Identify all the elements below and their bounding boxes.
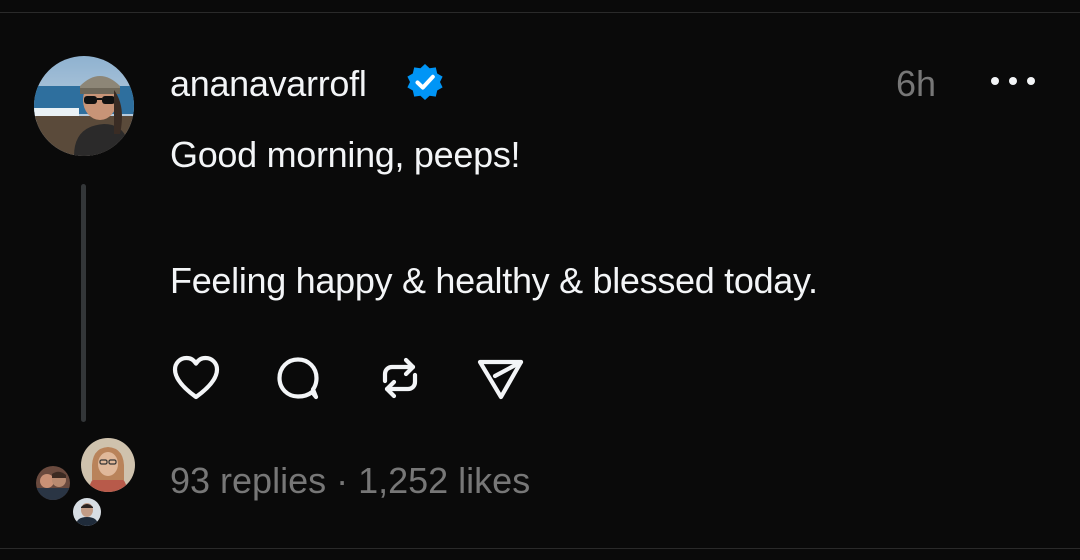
- post-text-line: Good morning, peeps!: [170, 134, 521, 175]
- comment-button[interactable]: [270, 350, 326, 406]
- more-dot-icon: [1009, 77, 1017, 85]
- timestamp: 6h: [896, 63, 937, 104]
- share-button[interactable]: [472, 350, 528, 406]
- author-avatar[interactable]: [34, 56, 134, 156]
- more-options-button[interactable]: [988, 66, 1038, 96]
- stats-separator: ·: [326, 460, 359, 501]
- replies-count[interactable]: 93 replies: [170, 460, 326, 501]
- heart-icon: [172, 355, 220, 400]
- bottom-divider: [0, 548, 1080, 549]
- thread-line: [81, 184, 86, 422]
- verified-badge-icon: [404, 61, 446, 103]
- post-text-line: Feeling happy & healthy & blessed today.: [170, 260, 818, 301]
- replier-avatar: [36, 466, 70, 500]
- avatar-image: [34, 56, 134, 156]
- replier-avatar: [81, 438, 135, 492]
- repost-button[interactable]: [372, 350, 428, 406]
- more-dot-icon: [1027, 77, 1035, 85]
- comment-bubble-icon: [277, 357, 319, 400]
- post-stats: 93 replies · 1,252 likes: [170, 459, 530, 503]
- repost-icon: [382, 357, 418, 399]
- more-dot-icon: [991, 77, 999, 85]
- replier-avatar: [73, 498, 101, 526]
- like-button[interactable]: [168, 350, 224, 406]
- send-icon: [477, 359, 524, 400]
- username[interactable]: ananavarrofl: [170, 63, 367, 105]
- top-divider: [0, 12, 1080, 13]
- likes-count[interactable]: 1,252 likes: [358, 460, 530, 501]
